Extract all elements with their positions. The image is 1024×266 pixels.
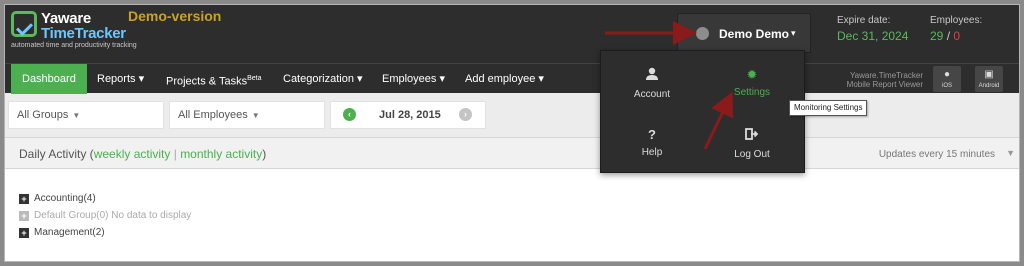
question-icon: ?: [648, 127, 656, 142]
apple-icon: ●: [943, 69, 951, 80]
demo-version-label: Demo-version: [128, 8, 222, 24]
daily-activity-title: Daily Activity (weekly activity | monthl…: [19, 147, 266, 161]
selected-date[interactable]: Jul 28, 2015: [379, 101, 441, 129]
nav-employees[interactable]: Employees ▾: [382, 64, 445, 94]
employees-count-separator: /: [946, 29, 951, 43]
group-label: Accounting(4): [34, 193, 96, 204]
nav-projects-tasks[interactable]: Projects & TasksBeta: [166, 64, 262, 94]
nav-reports[interactable]: Reports ▾: [97, 64, 144, 94]
plus-square-icon: +: [19, 211, 29, 221]
nav-dashboard[interactable]: Dashboard: [11, 64, 87, 94]
daily-activity-header: Daily Activity (weekly activity | monthl…: [5, 137, 1019, 169]
next-date-button[interactable]: ›: [459, 108, 472, 121]
logo-icon[interactable]: [11, 11, 37, 37]
group-label: Default Group(0) No data to display: [34, 210, 192, 221]
mobile-text-line1: Yaware.TimeTracker: [849, 71, 923, 80]
caret-down-icon: ▼: [72, 111, 81, 120]
logout-icon: [707, 127, 797, 145]
plus-square-icon[interactable]: +: [19, 194, 29, 204]
logo-tagline: automated time and productivity tracking: [11, 42, 137, 49]
menu-item-settings[interactable]: ✹ Settings: [707, 67, 797, 98]
nav-categorization[interactable]: Categorization ▾: [283, 64, 363, 94]
nav-projects-label: Projects & Tasks: [166, 75, 248, 88]
menu-settings-label: Settings: [733, 87, 771, 98]
menu-item-logout[interactable]: Log Out: [707, 127, 797, 160]
main-nav: Dashboard Reports ▾ Projects & TasksBeta…: [5, 63, 1019, 94]
group-row[interactable]: + Accounting(4): [19, 193, 96, 207]
settings-tooltip: Monitoring Settings: [789, 100, 868, 116]
caret-down-icon: ▼: [251, 111, 260, 120]
chevron-down-icon: ▾: [791, 28, 796, 38]
app-frame: Yaware TimeTracker automated time and pr…: [4, 4, 1020, 262]
groups-select-value: All Groups: [17, 109, 69, 121]
employees-inactive-count: 0: [953, 29, 961, 43]
mobile-text-line2: Mobile Report Viewer: [846, 80, 923, 89]
employees-active-count: 29: [930, 29, 944, 43]
nav-add-employee[interactable]: Add employee ▾: [465, 64, 544, 94]
ios-label: iOS: [941, 83, 952, 89]
android-label: Android: [978, 83, 1000, 89]
user-icon: [607, 67, 697, 85]
user-dropdown-menu: Account ✹ Settings ? Help Log Out: [600, 50, 805, 173]
android-icon: ▣: [984, 69, 994, 80]
avatar-icon: [696, 27, 709, 40]
employees-label: Employees:: [930, 15, 983, 26]
menu-logout-label: Log Out: [734, 149, 770, 160]
expire-date-value: Dec 31, 2024: [837, 29, 909, 43]
activity-title-text: Daily Activity (: [19, 147, 94, 161]
mobile-report-viewer-text: Yaware.TimeTracker Mobile Report Viewer: [829, 71, 923, 89]
gear-icon: ✹: [746, 67, 758, 82]
activity-link-separator: |: [173, 147, 177, 161]
group-row: + Default Group(0) No data to display: [19, 210, 191, 224]
logo-text-timetracker[interactable]: TimeTracker: [41, 25, 126, 42]
group-label: Management(2): [34, 227, 105, 238]
groups-select[interactable]: All Groups ▼: [8, 101, 164, 129]
employees-select-value: All Employees: [178, 109, 248, 121]
user-name: Demo Demo: [719, 27, 790, 41]
previous-date-button[interactable]: ‹: [343, 108, 356, 121]
menu-help-label: Help: [641, 147, 663, 158]
employees-count: 29 / 0: [930, 29, 960, 43]
update-frequency-text: Updates every 15 minutes: [878, 149, 995, 160]
beta-badge: Beta: [247, 75, 262, 82]
top-header: Yaware TimeTracker automated time and pr…: [5, 5, 1019, 63]
activity-title-close: ): [262, 147, 267, 161]
expire-date-label: Expire date:: [837, 15, 891, 26]
employees-select[interactable]: All Employees ▼: [169, 101, 325, 129]
group-row[interactable]: + Management(2): [19, 227, 105, 241]
activity-body: + Accounting(4) + Default Group(0) No data…: [5, 169, 1019, 261]
monthly-activity-link[interactable]: monthly activity: [180, 147, 262, 161]
plus-square-icon[interactable]: +: [19, 228, 29, 238]
user-menu-button[interactable]: Demo Demo ▾: [677, 13, 811, 53]
android-app-button[interactable]: ▣ Android: [975, 66, 1003, 92]
menu-item-help[interactable]: ? Help: [607, 127, 697, 158]
ios-app-button[interactable]: ● iOS: [933, 66, 961, 92]
menu-account-label: Account: [633, 89, 671, 100]
weekly-activity-link[interactable]: weekly activity: [94, 147, 171, 161]
menu-item-account[interactable]: Account: [607, 67, 697, 100]
chevron-down-icon[interactable]: ▼: [1006, 148, 1015, 158]
